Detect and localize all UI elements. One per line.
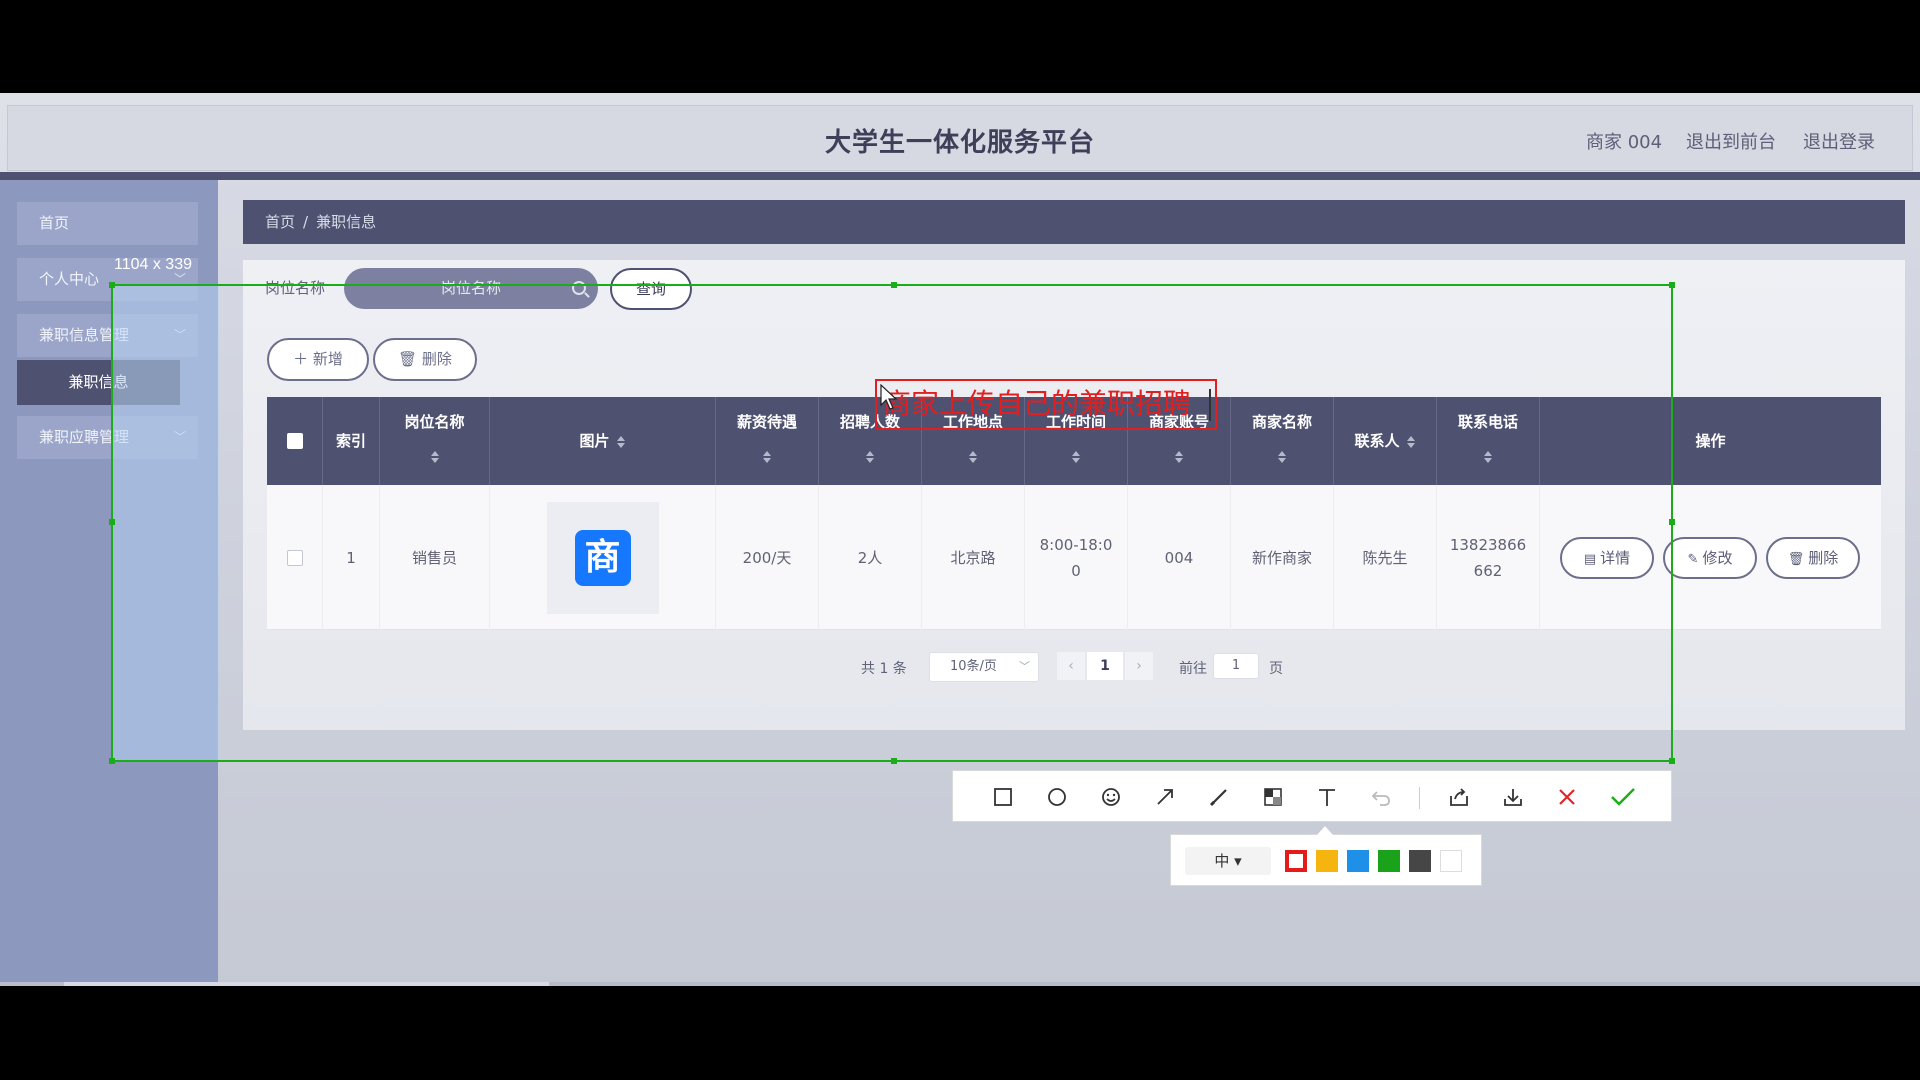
resize-handle[interactable]: [1669, 758, 1675, 764]
row-delete-button[interactable]: 🗑 删除: [1766, 537, 1860, 579]
mouse-pointer-icon: [880, 384, 898, 410]
toolbar-divider: [1419, 787, 1420, 809]
arrow-icon[interactable]: [1151, 783, 1179, 811]
edit-button[interactable]: ✎ 修改: [1663, 537, 1757, 579]
mosaic-icon[interactable]: [1259, 783, 1287, 811]
sidebar-item-label: 个人中心: [39, 270, 100, 288]
capture-size-label: 1104 x 339: [114, 256, 192, 273]
caret-down-icon: ▾: [1234, 852, 1242, 870]
breadcrumb: 首页 / 兼职信息: [243, 200, 1905, 244]
confirm-icon[interactable]: [1609, 783, 1637, 811]
text-icon[interactable]: [1313, 783, 1341, 811]
undo-icon[interactable]: [1367, 783, 1395, 811]
edit-icon: ✎: [1687, 552, 1699, 567]
cancel-icon[interactable]: [1553, 783, 1581, 811]
resize-handle[interactable]: [1669, 282, 1675, 288]
row-delete-label: 删除: [1808, 549, 1839, 567]
breadcrumb-separator: /: [303, 213, 309, 231]
emoji-icon[interactable]: [1097, 783, 1125, 811]
resize-handle[interactable]: [1669, 519, 1675, 525]
rectangle-icon[interactable]: [989, 783, 1017, 811]
font-size-select[interactable]: 中 ▾: [1185, 847, 1271, 875]
resize-handle[interactable]: [109, 519, 115, 525]
text-caret: [1209, 389, 1211, 421]
sidebar-item-label: 首页: [39, 214, 70, 232]
annotation-text: 商家上传自己的兼职招聘: [883, 387, 1192, 420]
logout-link[interactable]: 退出登录: [1803, 128, 1875, 154]
text-annotation[interactable]: 商家上传自己的兼职招聘: [875, 379, 1217, 430]
resize-handle[interactable]: [109, 758, 115, 764]
download-icon[interactable]: [1499, 783, 1527, 811]
font-size-value: 中: [1214, 852, 1230, 870]
annotation-style-panel: 中 ▾: [1170, 826, 1482, 886]
exit-to-front-link[interactable]: 退出到前台: [1686, 128, 1776, 154]
resize-handle[interactable]: [109, 282, 115, 288]
current-user-label: 商家 004: [1586, 132, 1663, 153]
resize-handle[interactable]: [891, 758, 897, 764]
brush-icon[interactable]: [1205, 783, 1233, 811]
trash-icon: 🗑: [1787, 552, 1805, 567]
breadcrumb-home[interactable]: 首页: [265, 213, 295, 231]
capture-selection-frame[interactable]: [109, 282, 1675, 764]
color-swatch-red[interactable]: [1285, 850, 1307, 872]
color-swatch-green[interactable]: [1378, 850, 1400, 872]
share-icon[interactable]: [1445, 783, 1473, 811]
color-swatch-white[interactable]: [1440, 850, 1462, 872]
resize-handle[interactable]: [891, 282, 897, 288]
sidebar-item-home[interactable]: 首页: [17, 202, 198, 245]
app-header: 大学生一体化服务平台 商家 004 退出到前台 退出登录: [7, 105, 1913, 171]
scrollbar-thumb[interactable]: [64, 982, 549, 986]
breadcrumb-current: 兼职信息: [316, 213, 377, 231]
color-swatch-yellow[interactable]: [1316, 850, 1338, 872]
ellipse-icon[interactable]: [1043, 783, 1071, 811]
color-swatch-dark[interactable]: [1409, 850, 1431, 872]
capture-toolbar: [952, 770, 1672, 822]
edit-label: 修改: [1702, 549, 1733, 567]
header-divider: [0, 172, 1920, 180]
color-swatch-blue[interactable]: [1347, 850, 1369, 872]
